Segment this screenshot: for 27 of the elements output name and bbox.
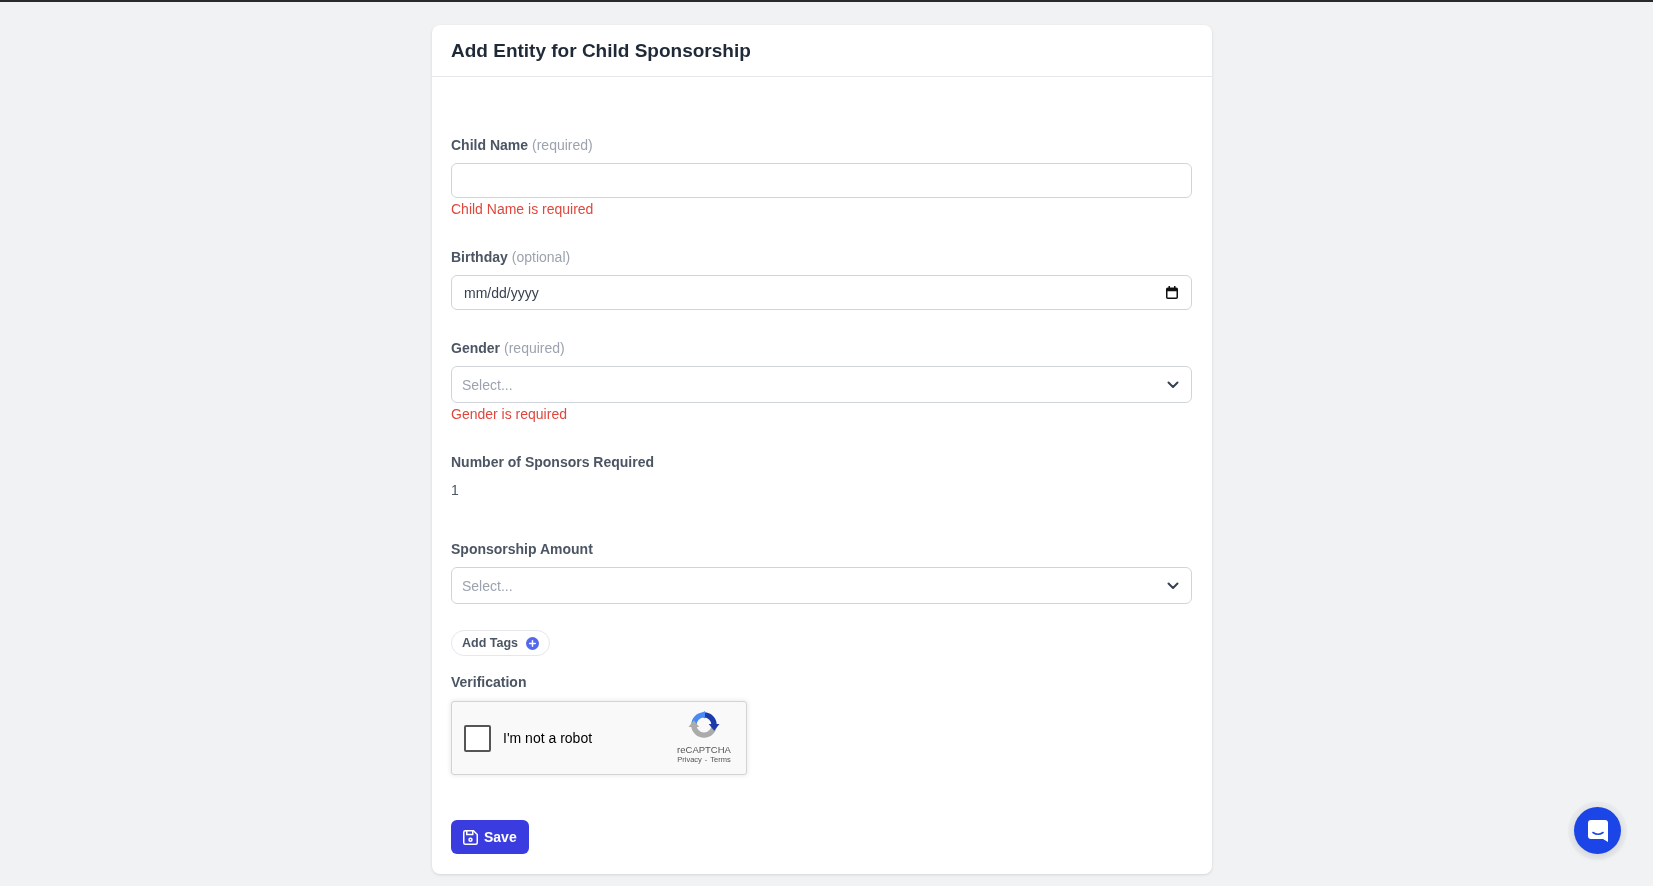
chat-launcher-button[interactable]	[1574, 807, 1621, 854]
captcha-brand: reCAPTCHA	[677, 744, 731, 755]
field-label: Birthday	[451, 248, 508, 267]
field-label: Child Name	[451, 136, 528, 155]
add-tags-button[interactable]: Add Tags	[451, 630, 551, 656]
field-value: 1	[451, 481, 459, 500]
captcha-label: I'm not a robot	[503, 730, 593, 746]
chat-bubble-icon	[1587, 819, 1608, 842]
field-hint: (required)	[504, 339, 565, 358]
plus-circle-icon	[526, 636, 540, 650]
section-label: Verification	[451, 673, 527, 692]
field-label: Number of Sponsors Required	[451, 453, 655, 472]
text-field[interactable]	[451, 163, 1192, 198]
field-hint: (optional)	[511, 248, 571, 267]
captcha-checkbox[interactable]	[464, 724, 491, 752]
field-label: Gender	[451, 339, 500, 358]
circular-arrows-icon	[688, 711, 720, 740]
save-button[interactable]: Save	[451, 820, 529, 854]
chevron-down-icon	[1167, 581, 1179, 590]
form-title: Add Entity for Child Sponsorship	[451, 38, 751, 63]
error-message: Gender is required	[451, 405, 567, 424]
calendar-icon[interactable]	[1166, 286, 1178, 299]
error-message: Child Name is required	[451, 200, 594, 219]
date-field[interactable]: mm/dd/yyyy	[451, 275, 1192, 310]
chevron-down-icon	[1167, 380, 1179, 389]
field-label: Sponsorship Amount	[451, 540, 593, 559]
field-hint: (required)	[532, 136, 593, 155]
